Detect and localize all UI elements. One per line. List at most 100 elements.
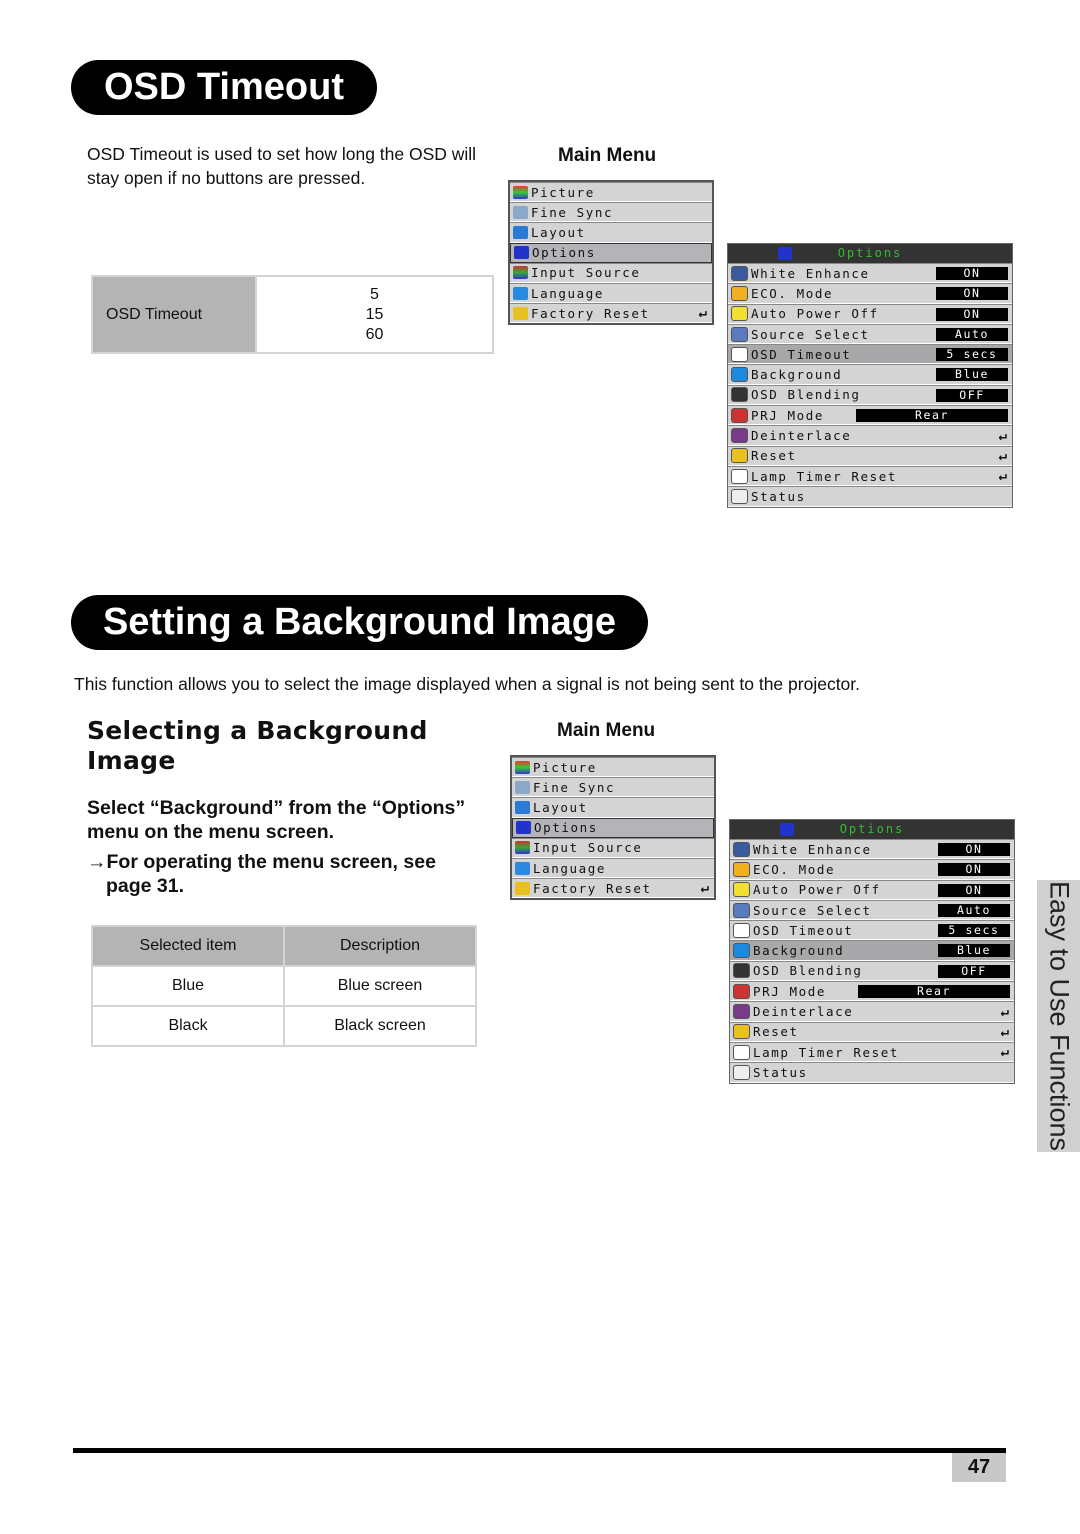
options-item-osd-blending: OSD Blending OFF: [730, 960, 1014, 982]
options-item-prj-mode: PRJ Mode Rear: [730, 981, 1014, 1002]
setting-value: ON: [936, 307, 1008, 321]
language-icon: [513, 286, 528, 300]
reference-text: →For operating the menu screen, see: [87, 851, 436, 873]
menu-item-label: Deinterlace: [751, 428, 852, 444]
status-icon: [731, 488, 748, 504]
picture-icon: [513, 185, 528, 199]
main-menu-screenshot: Picture Fine Sync Layout Options Input Sourc…: [510, 755, 716, 901]
main-menu-screenshot: Picture Fine Sync Layout Options Input Sourc…: [508, 180, 714, 326]
options-menu-header: Options: [728, 244, 1012, 263]
options-item-white-enhance: White Enhance ON: [730, 839, 1014, 860]
setting-value: OFF: [936, 388, 1008, 402]
menu-item-label: Input Source: [531, 265, 641, 281]
options-menu-header: Options: [730, 820, 1014, 839]
osd-timeout-description: OSD Timeout is used to set how long the …: [87, 144, 477, 188]
options-item-source-select: Source Select Auto: [728, 323, 1012, 345]
auto-power-off-icon: [733, 882, 750, 898]
menu-item-label: Lamp Timer Reset: [751, 468, 898, 484]
status-icon: [733, 1064, 750, 1080]
reset-icon: [731, 448, 748, 464]
table-row: Blue Blue screen: [91, 965, 477, 1007]
menu-item-label: Picture: [531, 184, 595, 200]
menu-item-label: Input Source: [533, 840, 643, 856]
setting-value: Auto: [938, 903, 1010, 917]
menu-item-label: PRJ Mode: [753, 983, 827, 999]
menu-item-label: Reset: [753, 1024, 799, 1040]
main-menu-label: Main Menu: [557, 720, 656, 741]
options-item-reset: Reset ↵: [730, 1021, 1014, 1042]
reference-page-link[interactable]: page 31.: [87, 874, 436, 898]
options-icon: [780, 823, 794, 836]
options-item-osd-timeout: OSD Timeout 5 secs: [730, 920, 1014, 941]
section-title-background-image: Setting a Background Image: [71, 595, 648, 650]
options-item-eco-mode: ECO. Mode ON: [730, 859, 1014, 880]
source-select-icon: [731, 326, 748, 342]
setting-value: ON: [938, 843, 1010, 856]
setting-value: Auto: [936, 327, 1008, 341]
main-menu-item-layout: Layout: [510, 222, 712, 243]
menu-item-label: White Enhance: [751, 265, 870, 281]
options-item-auto-power-off: Auto Power Off ON: [728, 303, 1012, 324]
menu-item-label: ECO. Mode: [751, 285, 834, 301]
prj-mode-icon: [731, 407, 748, 423]
factory-reset-icon: [515, 881, 530, 895]
menu-item-label: Language: [531, 285, 605, 301]
options-menu-screenshot: Options White Enhance ON ECO. Mode ON Auto Po…: [727, 243, 1013, 508]
deinterlace-icon: [731, 428, 748, 444]
column-header: Selected item: [91, 925, 285, 967]
enter-icon: ↵: [998, 447, 1007, 464]
options-item-auto-power-off: Auto Power Off ON: [730, 879, 1014, 900]
main-menu-item-fine-sync: Fine Sync: [512, 777, 714, 798]
setting-value: OFF: [938, 964, 1010, 978]
enter-icon: ↵: [1000, 1003, 1009, 1020]
enter-icon: ↵: [700, 880, 709, 897]
setting-value: 5 secs: [938, 924, 1010, 938]
deinterlace-icon: [733, 1004, 750, 1020]
menu-item-label: OSD Timeout: [753, 922, 854, 938]
white-enhance-icon: [733, 841, 750, 857]
prj-mode-icon: [733, 983, 750, 999]
page-reference: →For operating the menu screen, see page…: [87, 850, 436, 898]
main-menu-item-options: Options: [512, 817, 714, 838]
options-item-background: Background Blue: [730, 940, 1014, 961]
options-item-eco-mode: ECO. Mode ON: [728, 283, 1012, 304]
fine-sync-icon: [515, 780, 530, 794]
reset-icon: [733, 1024, 750, 1040]
background-description: This function allows you to select the i…: [74, 674, 861, 694]
language-icon: [515, 861, 530, 875]
setting-value: Blue: [938, 944, 1010, 958]
menu-item-label: PRJ Mode: [751, 407, 825, 423]
subheading: Selecting a Background Image: [87, 716, 428, 775]
page-number: 47: [952, 1453, 1006, 1482]
options-item-status: Status: [730, 1062, 1014, 1083]
options-item-lamp-timer-reset: Lamp Timer Reset ↵: [730, 1041, 1014, 1063]
layout-icon: [513, 225, 528, 239]
main-menu-item-fine-sync: Fine Sync: [510, 202, 712, 223]
background-table: Selected item Description Blue Blue scre…: [91, 925, 477, 1047]
column-header: Description: [283, 925, 477, 967]
menu-item-label: Factory Reset: [533, 880, 652, 896]
options-item-reset: Reset ↵: [728, 445, 1012, 466]
options-menu-screenshot: Options White Enhance ON ECO. Mode ON Auto Po…: [729, 819, 1015, 1084]
menu-item-label: Layout: [531, 224, 586, 240]
menu-item-label: Deinterlace: [753, 1004, 854, 1020]
timeout-value: 15: [365, 305, 384, 323]
table-label: OSD Timeout: [93, 277, 255, 352]
menu-item-label: ECO. Mode: [753, 861, 836, 877]
menu-item-label: Layout: [533, 799, 588, 815]
table-cell: Blue: [91, 965, 285, 1007]
table-cell: Black: [91, 1005, 285, 1047]
setting-value: ON: [936, 267, 1008, 280]
menu-item-label: Status: [753, 1064, 808, 1080]
osd-blending-icon: [733, 963, 750, 979]
main-menu-item-factory-reset: Factory Reset ↵: [512, 878, 714, 899]
menu-item-label: Source Select: [753, 902, 872, 918]
options-icon: [514, 246, 529, 260]
setting-value: Blue: [936, 368, 1008, 382]
factory-reset-icon: [513, 306, 528, 320]
auto-power-off-icon: [731, 306, 748, 322]
setting-value: Rear: [858, 985, 1010, 999]
setting-value: Rear: [856, 409, 1008, 423]
options-item-deinterlace: Deinterlace ↵: [728, 425, 1012, 446]
menu-item-label: Status: [751, 488, 806, 504]
